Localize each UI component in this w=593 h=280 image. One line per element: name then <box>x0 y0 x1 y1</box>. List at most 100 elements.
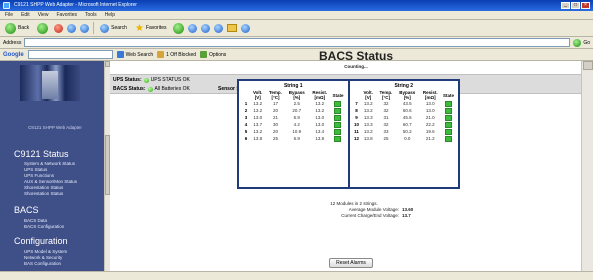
refresh-icon[interactable] <box>67 23 77 33</box>
module-state-cell <box>442 100 455 107</box>
forward-button[interactable] <box>35 22 50 35</box>
menu-view[interactable]: View <box>38 12 49 18</box>
window-controls: _ □ × <box>561 2 590 9</box>
back-button[interactable]: Back <box>3 22 31 35</box>
nav-item-network-security[interactable]: Network & Security <box>24 255 62 260</box>
menu-edit[interactable]: Edit <box>21 12 30 18</box>
nav-item-ups-status[interactable]: UPS Status <box>24 167 47 172</box>
module-state-cell <box>442 121 455 128</box>
col-bypass: Bypass [%] <box>399 90 416 100</box>
close-button[interactable]: × <box>581 2 590 9</box>
module-state-cell <box>442 107 455 114</box>
menu-file[interactable]: File <box>5 12 13 18</box>
folder-icon[interactable] <box>226 24 237 32</box>
table-row: 5 13.2 20 10.9 13.4 <box>242 128 345 135</box>
table-cell: 13.2 <box>315 101 325 106</box>
table-cell: 43.5 <box>402 101 412 106</box>
module-index: 3 <box>244 115 248 120</box>
media-icon[interactable] <box>172 22 184 34</box>
table-cell: 20.7 <box>292 108 302 113</box>
state-ok-indicator <box>334 107 342 114</box>
table-cell: 20 <box>272 108 278 113</box>
table-cell: 13.2 <box>363 129 373 134</box>
state-ok-indicator <box>444 107 452 114</box>
state-ok-indicator <box>444 114 452 121</box>
page-scroll-up[interactable] <box>583 61 593 70</box>
table-cell: 13.2 <box>253 101 263 106</box>
table-cell: 21 <box>272 115 278 120</box>
nav-item-shorestation-1[interactable]: Shorestation Status <box>24 185 63 190</box>
table-cell: 6.9 <box>293 136 300 141</box>
browser-toolbar: Back Search ★ Favorites <box>0 20 593 37</box>
print-icon[interactable] <box>200 23 210 33</box>
address-input[interactable] <box>24 38 571 47</box>
state-ok-indicator <box>334 114 342 121</box>
nav-heading-status[interactable]: C9121 Status <box>14 149 69 159</box>
reset-alarms-button[interactable]: Reset Alarms <box>329 258 373 268</box>
messenger-icon[interactable] <box>240 23 250 33</box>
menu-favorites[interactable]: Favorites <box>56 12 77 18</box>
module-state-cell <box>442 135 455 142</box>
nav-item-shorestation-2[interactable]: Shorestation Status <box>24 191 63 196</box>
menu-help[interactable]: Help <box>105 12 115 18</box>
table-row: 11 13.2 33 50.2 19.6 <box>353 128 456 135</box>
google-search-input[interactable] <box>27 50 113 59</box>
mail-icon[interactable] <box>187 23 197 33</box>
scroll-up-arrow[interactable] <box>105 61 110 67</box>
page-title: BACS Status <box>318 49 393 63</box>
module-index: 4 <box>244 122 248 127</box>
table-cell: 22.2 <box>425 122 435 127</box>
toolbar-separator <box>93 22 95 34</box>
nav-item-ups-functions[interactable]: UPS Functions <box>24 173 54 178</box>
state-ok-indicator <box>334 100 342 107</box>
back-arrow-icon <box>5 22 16 34</box>
popup-blocked-button[interactable]: 1 Off Blocked <box>157 51 196 58</box>
nav-item-aux-sensor[interactable]: AUX & Sensor/Mon Status <box>24 179 77 184</box>
nav-item-bacs-data[interactable]: BACS Data <box>24 218 47 223</box>
module-index: 1 <box>244 101 248 106</box>
nav-item-system-network[interactable]: System & Network Status <box>24 161 75 166</box>
string-1-title: String 1 <box>283 83 303 89</box>
nav-heading-configuration[interactable]: Configuration <box>14 236 68 246</box>
nav-item-bas-configuration[interactable]: BAS Configuration <box>24 261 61 266</box>
edit-icon[interactable] <box>213 23 223 33</box>
google-web-search-button[interactable]: Web Search <box>116 51 153 58</box>
table-cell: 13.0 <box>425 108 435 113</box>
state-ok-indicator <box>444 121 452 128</box>
table-cell: 13.2 <box>363 101 373 106</box>
string-1-table: Volt. [V] Temp. [°C] Bypass [%] Resist. … <box>242 90 345 142</box>
table-cell: 10.9 <box>292 129 302 134</box>
google-options-button[interactable]: Options <box>200 51 226 58</box>
bacs-status-row: BACS Status: All Batteries OK <box>113 86 190 92</box>
nav-item-ups-model[interactable]: UPS Model & System <box>24 249 67 254</box>
nav-heading-bacs[interactable]: BACS <box>14 205 39 215</box>
minimize-button[interactable]: _ <box>561 2 570 9</box>
maximize-button[interactable]: □ <box>571 2 580 9</box>
table-cell: 31 <box>383 115 389 120</box>
forward-arrow-icon <box>37 22 49 34</box>
nav-item-bacs-configuration[interactable]: BACS Configuration <box>24 224 64 229</box>
stop-icon[interactable] <box>54 23 64 33</box>
home-icon[interactable] <box>80 23 90 33</box>
table-cell: 32 <box>383 122 389 127</box>
table-row: 1 13.2 17 2.5 13.2 <box>242 100 345 107</box>
go-button[interactable]: Go <box>573 38 590 47</box>
browser-statusbar <box>0 271 593 280</box>
table-cell: 13.8 <box>363 136 373 141</box>
string-1-box: String 1 Volt. [V] Temp. [°C] Bypass [%]… <box>239 81 348 187</box>
favorites-button[interactable]: ★ Favorites <box>133 22 169 35</box>
col-temp: Temp. [°C] <box>379 90 393 100</box>
table-cell: 13.2 <box>363 108 373 113</box>
search-button[interactable]: Search <box>98 22 129 35</box>
col-voltage: Volt. [V] <box>363 90 373 100</box>
table-cell: 33 <box>383 129 389 134</box>
google-toolbar: Google Web Search 1 Off Blocked Options <box>0 49 593 61</box>
page-scrollbar[interactable] <box>581 61 593 280</box>
ups-product-image <box>20 65 80 101</box>
popup-blocker-icon <box>157 51 165 58</box>
table-row: 12 13.8 25 0.0 21.2 <box>353 135 456 142</box>
scroll-thumb[interactable] <box>105 135 110 195</box>
options-icon <box>200 51 208 58</box>
menu-tools[interactable]: Tools <box>85 12 97 18</box>
col-resist: Resist. [mΩ] <box>312 90 328 100</box>
